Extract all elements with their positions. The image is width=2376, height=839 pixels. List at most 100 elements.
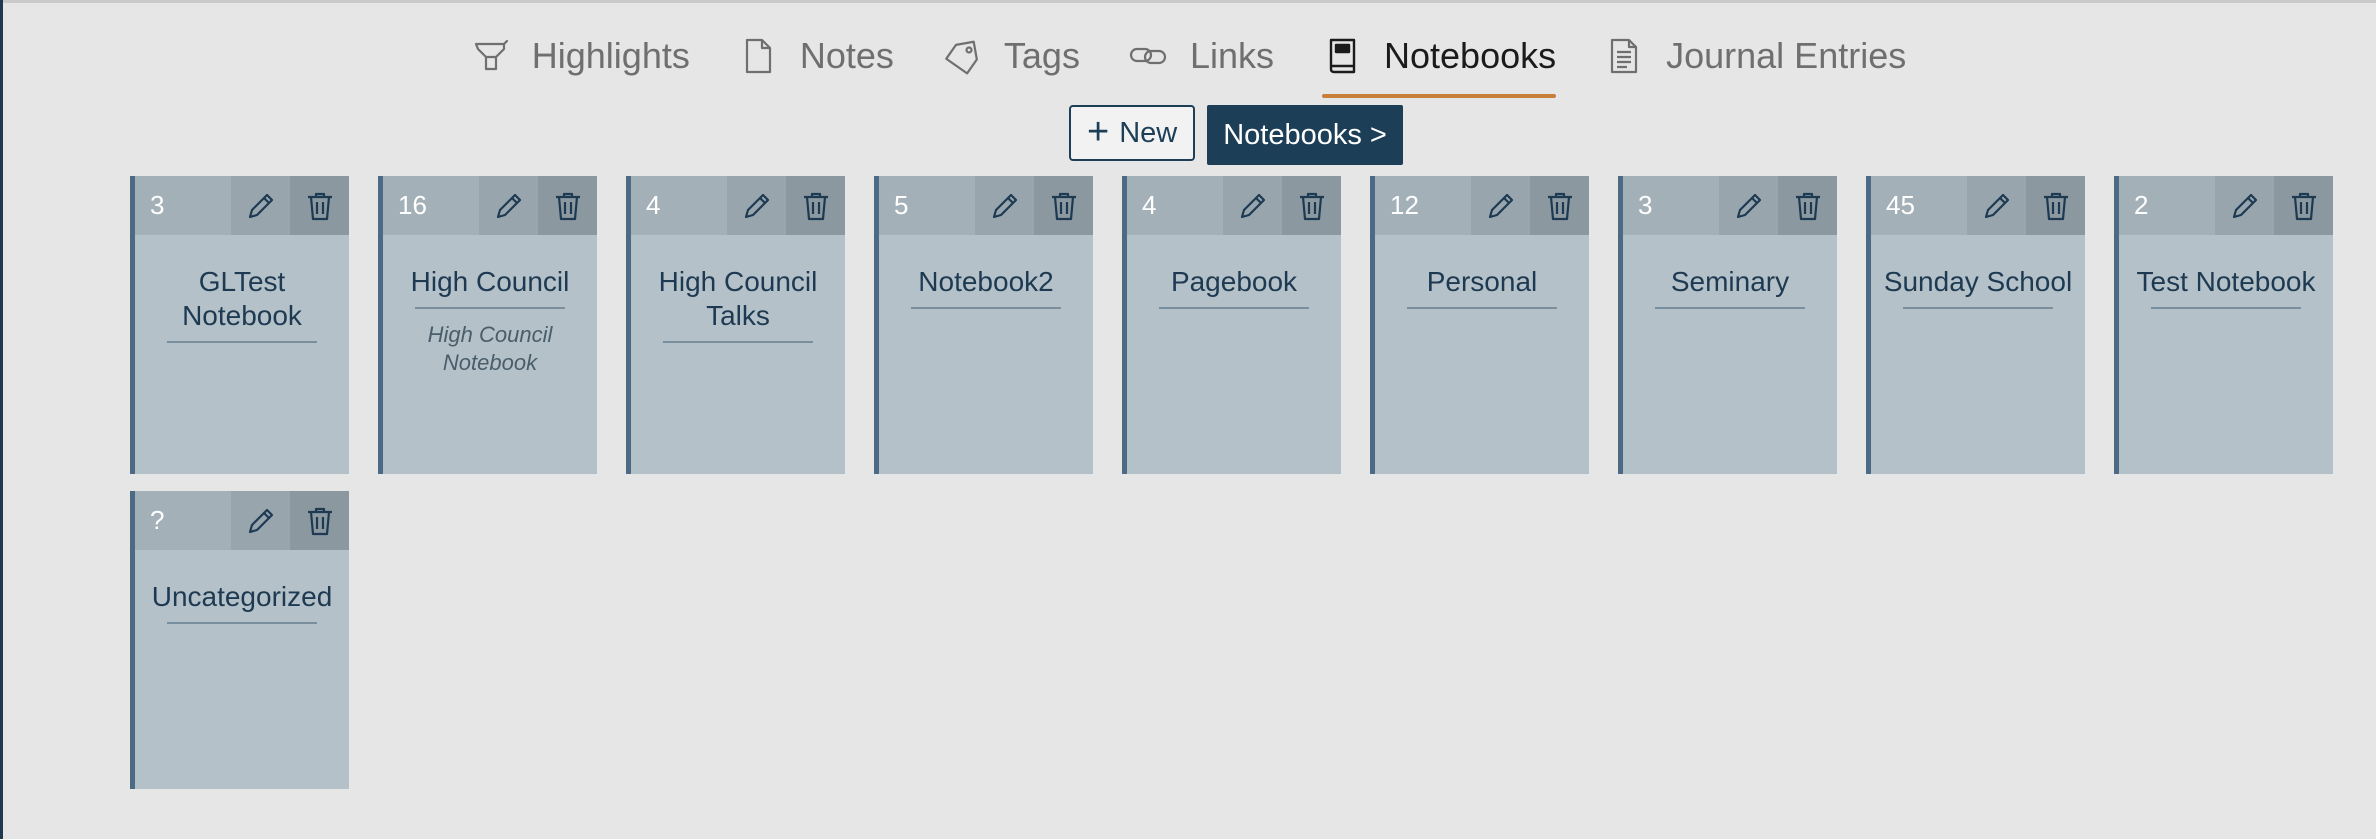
card-header: 16 xyxy=(383,176,597,235)
edit-button[interactable] xyxy=(231,491,290,550)
trash-icon xyxy=(1299,192,1324,220)
new-notebook-button[interactable]: + New xyxy=(1069,105,1196,161)
tab-bar: Highlights Notes Tags Links Notebooks Jo… xyxy=(0,18,2376,100)
notebook-description: High Council Notebook xyxy=(427,322,553,375)
notebook-card[interactable]: 12 Personal xyxy=(1370,176,1589,474)
tab-notebooks-label: Notebooks xyxy=(1384,35,1557,76)
tab-tags-label: Tags xyxy=(1003,35,1080,76)
pencil-icon xyxy=(1240,193,1265,218)
pencil-icon xyxy=(496,193,521,218)
trash-icon xyxy=(803,192,828,220)
title-underline xyxy=(167,622,317,624)
delete-button[interactable] xyxy=(2026,176,2085,235)
tab-highlights-label: Highlights xyxy=(531,35,690,76)
note-icon xyxy=(738,36,778,76)
notebooks-button-label: Notebooks > xyxy=(1223,118,1387,151)
notebook-title: High Council xyxy=(410,266,570,297)
pencil-icon xyxy=(1488,193,1513,218)
delete-button[interactable] xyxy=(290,491,349,550)
note-count: 3 xyxy=(150,190,165,220)
edit-button[interactable] xyxy=(975,176,1034,235)
notebook-card[interactable]: 4 High Council Talks xyxy=(626,176,845,474)
tab-notes[interactable]: Notes xyxy=(724,18,908,94)
note-count: 3 xyxy=(1638,190,1653,220)
note-count: ? xyxy=(150,505,165,535)
note-count: 12 xyxy=(1390,190,1419,220)
notebook-card[interactable]: 5 Notebook2 xyxy=(874,176,1093,474)
trash-icon xyxy=(555,192,580,220)
note-count: 16 xyxy=(398,190,427,220)
notebook-card[interactable]: 2 Test Notebook xyxy=(2114,176,2333,474)
card-header: 5 xyxy=(879,176,1093,235)
delete-button[interactable] xyxy=(786,176,845,235)
note-count: 2 xyxy=(2134,190,2149,220)
tab-tags[interactable]: Tags xyxy=(928,18,1094,94)
edit-button[interactable] xyxy=(1719,176,1778,235)
edit-button[interactable] xyxy=(1967,176,2026,235)
notebook-title: GLTest Notebook xyxy=(182,266,302,331)
notebook-card[interactable]: 16 High Council High Council Notebook xyxy=(378,176,597,474)
action-bar: + New Notebooks > xyxy=(1069,105,1403,165)
card-header: ? xyxy=(135,491,349,550)
title-underline xyxy=(663,341,813,343)
delete-button[interactable] xyxy=(1034,176,1093,235)
tag-icon xyxy=(942,36,982,76)
tab-journal-entries-label: Journal Entries xyxy=(1666,35,1907,76)
edit-button[interactable] xyxy=(231,176,290,235)
notebooks-breadcrumb-button[interactable]: Notebooks > xyxy=(1207,105,1403,165)
trash-icon xyxy=(1795,192,1820,220)
title-underline xyxy=(1407,307,1557,309)
notebook-icon xyxy=(1322,36,1362,76)
delete-button[interactable] xyxy=(1778,176,1837,235)
notebook-card[interactable]: ? Uncategorized xyxy=(130,491,349,789)
card-header: 2 xyxy=(2119,176,2333,235)
pencil-icon xyxy=(744,193,769,218)
notebook-card[interactable]: 4 Pagebook xyxy=(1122,176,1341,474)
notebook-title: Personal xyxy=(1426,266,1538,297)
tab-links-label: Links xyxy=(1189,35,1274,76)
tab-journal-entries[interactable]: Journal Entries xyxy=(1590,18,1920,94)
edit-button[interactable] xyxy=(727,176,786,235)
note-count: 5 xyxy=(894,190,909,220)
tab-notebooks[interactable]: Notebooks xyxy=(1308,18,1570,98)
notebook-card[interactable]: 3 Seminary xyxy=(1618,176,1837,474)
tab-highlights[interactable]: Highlights xyxy=(456,18,704,94)
delete-button[interactable] xyxy=(1530,176,1589,235)
delete-button[interactable] xyxy=(538,176,597,235)
trash-icon xyxy=(307,192,332,220)
card-header: 12 xyxy=(1375,176,1589,235)
delete-button[interactable] xyxy=(290,176,349,235)
trash-icon xyxy=(2043,192,2068,220)
link-icon xyxy=(1128,36,1168,76)
notebook-title: Seminary xyxy=(1670,266,1790,297)
tab-notes-label: Notes xyxy=(799,35,894,76)
note-count: 4 xyxy=(1142,190,1157,220)
trash-icon xyxy=(1051,192,1076,220)
pencil-icon xyxy=(1736,193,1761,218)
title-underline xyxy=(1903,307,2053,309)
notebook-card[interactable]: 3 GLTest Notebook xyxy=(130,176,349,474)
edit-button[interactable] xyxy=(2215,176,2274,235)
title-underline xyxy=(1655,307,1805,309)
delete-button[interactable] xyxy=(2274,176,2333,235)
notebook-title: Sunday School xyxy=(1883,266,2073,297)
pencil-icon xyxy=(248,508,273,533)
pencil-icon xyxy=(2232,193,2257,218)
notebook-title: Uncategorized xyxy=(151,581,333,612)
edit-button[interactable] xyxy=(1471,176,1530,235)
notebook-card[interactable]: 45 Sunday School xyxy=(1866,176,2085,474)
delete-button[interactable] xyxy=(1282,176,1341,235)
edit-button[interactable] xyxy=(1223,176,1282,235)
notebook-title: Notebook2 xyxy=(918,266,1054,297)
notebook-title: Test Notebook xyxy=(2136,266,2316,297)
note-count: 45 xyxy=(1886,190,1915,220)
pencil-icon xyxy=(1984,193,2009,218)
top-border xyxy=(0,0,2376,3)
notebook-title: Pagebook xyxy=(1170,266,1298,297)
edit-button[interactable] xyxy=(479,176,538,235)
trash-icon xyxy=(307,507,332,535)
trash-icon xyxy=(2291,192,2316,220)
card-header: 4 xyxy=(631,176,845,235)
tab-links[interactable]: Links xyxy=(1114,18,1288,94)
trash-icon xyxy=(1547,192,1572,220)
